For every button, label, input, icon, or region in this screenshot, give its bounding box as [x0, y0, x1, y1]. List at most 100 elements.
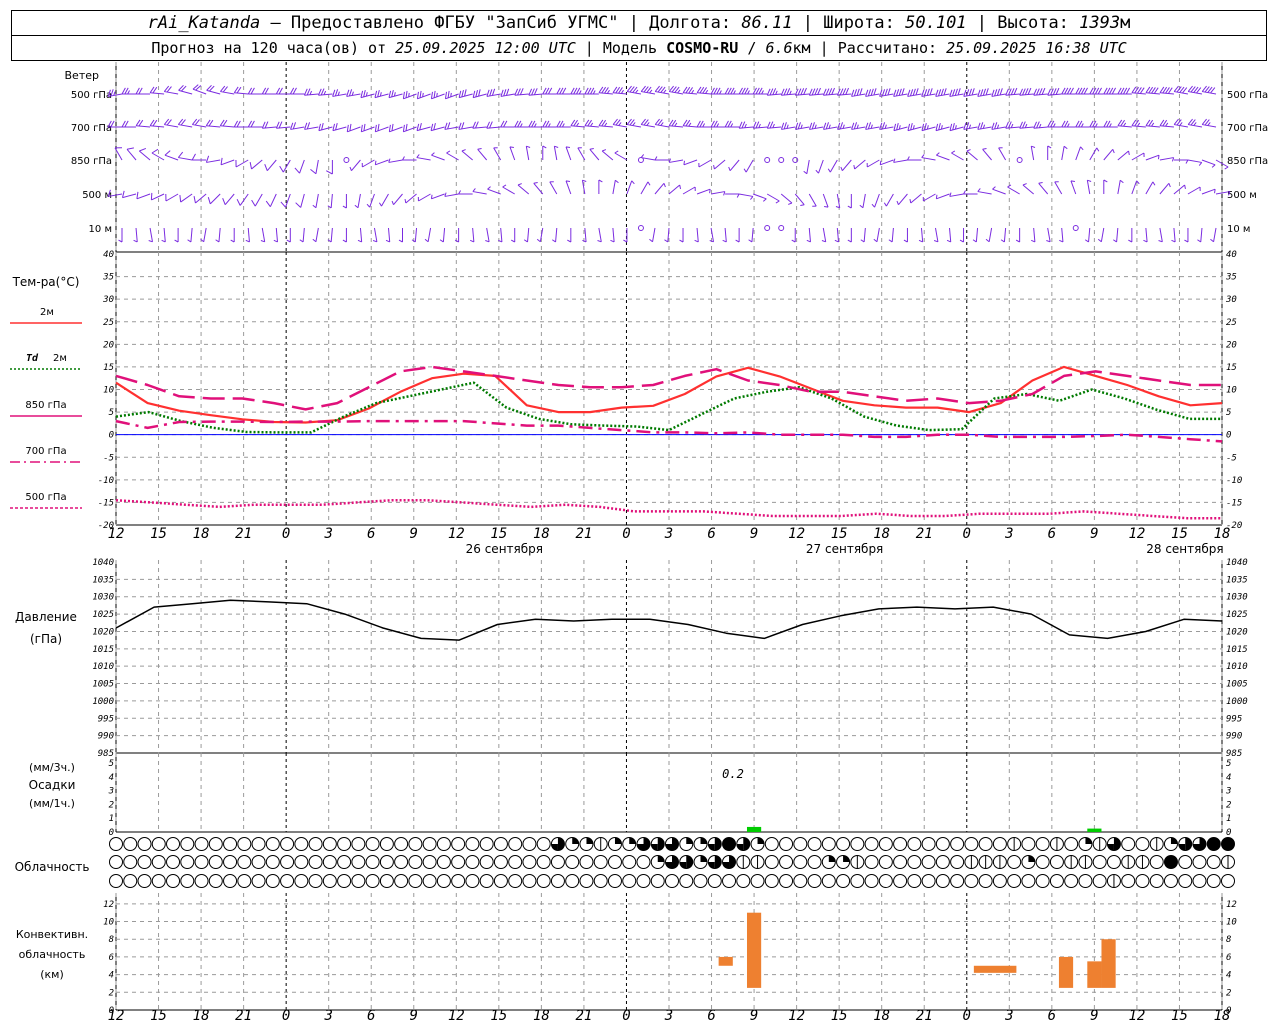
wind-barb [918, 227, 924, 243]
wind-barb-feather [531, 88, 535, 96]
cloud-circle [536, 837, 551, 851]
wind-barb-shaft [486, 227, 490, 242]
wind-barb [312, 193, 319, 209]
wind-barb-shaft [528, 93, 543, 96]
cloud-symbol [1163, 837, 1178, 851]
wind-barb [458, 190, 473, 195]
wind-barb-feather [618, 122, 622, 126]
wind-barb-shaft [388, 93, 403, 99]
wind-barb-shaft [781, 93, 796, 96]
wind-barb [1086, 179, 1092, 195]
wind-barb-feather [391, 89, 394, 98]
wind-barb [279, 159, 291, 173]
wind-barb-feather [903, 239, 908, 243]
cloud-symbol [1121, 837, 1136, 851]
wind-level-label-left: 850 гПа [71, 156, 112, 167]
wind-barb-feather [912, 88, 916, 96]
wind-barb-feather [1052, 123, 1056, 128]
wind-barb-feather [982, 147, 987, 150]
wind-barb [374, 123, 389, 133]
wind-level-label-right: 850 гПа [1227, 156, 1268, 167]
wind-barb-feather [929, 88, 933, 96]
wind-barb-feather [1080, 123, 1084, 128]
wind-barb-feather [489, 89, 493, 97]
wind-barb-shaft [275, 227, 279, 242]
cloud-circle [1049, 874, 1064, 888]
cloud-symbol [422, 837, 437, 851]
wind-barb-shaft [907, 126, 922, 132]
wind-barb-feather [1063, 145, 1068, 150]
cloud-circle [1135, 874, 1150, 888]
wind-barb [1201, 85, 1217, 95]
wind-barb [610, 227, 615, 243]
pressure-tick-label: 1015 [92, 645, 114, 655]
wind-barb-feather [949, 123, 953, 131]
cloud-circle [1035, 837, 1050, 851]
wind-barb-shaft [431, 154, 445, 161]
cloud-symbol [451, 837, 466, 851]
cloud-symbol [223, 855, 238, 869]
cloud-symbol [907, 855, 922, 869]
wind-barb-feather [286, 239, 291, 243]
cloud-symbol [593, 874, 608, 888]
wind-barb-shaft [1022, 184, 1034, 195]
wind-barb [1131, 180, 1140, 195]
wind-barb-shaft [502, 186, 515, 195]
wind-barb-feather [454, 239, 459, 243]
wind-barb-feather [1052, 88, 1057, 95]
wind-barb-feather [312, 238, 317, 243]
wind-barb-feather [713, 164, 715, 170]
wind-barb [1173, 85, 1189, 95]
cloud-circle [322, 874, 337, 888]
wind-barb [458, 89, 473, 99]
cloud-half-fill [714, 837, 722, 851]
cloud-symbol [764, 837, 779, 851]
wind-barb [192, 84, 207, 95]
wind-barb [935, 88, 950, 97]
wind-barb-feather [402, 156, 405, 161]
wind-barb-feather [127, 90, 130, 95]
wind-barb-shaft [136, 125, 151, 128]
wind-calm-mark [637, 225, 644, 231]
wind-calm-mark [778, 225, 785, 231]
cloud-symbol [465, 874, 480, 888]
cloud-symbol [622, 855, 637, 869]
cloud-three-quarter-fill [651, 844, 658, 851]
wind-barb-shaft [865, 126, 880, 130]
wind-barb-shaft [362, 159, 375, 168]
wind-barb-feather [458, 90, 462, 98]
cloud-symbol [479, 837, 494, 851]
wind-barb-shaft [795, 93, 810, 96]
cloud-symbol [294, 855, 309, 869]
cloud-circle [337, 855, 352, 869]
wind-barb-feather [952, 122, 955, 131]
wind-barb-shaft [936, 193, 950, 200]
wind-barb [354, 193, 361, 209]
cloud-circle [907, 837, 922, 851]
pressure-tick-label: 1005 [92, 680, 114, 690]
wind-barb-shaft [472, 191, 487, 195]
wind-barb [303, 88, 319, 96]
wind-barb-feather [416, 91, 419, 99]
wind-barb-shaft [403, 93, 417, 100]
cloud-symbol [237, 874, 252, 888]
wind-barb-shaft [209, 193, 221, 205]
wind-barb-feather [623, 239, 628, 243]
wind-barb [454, 228, 460, 243]
precip-tick-label: 3 [108, 787, 114, 797]
cloud-circle [493, 837, 508, 851]
legend-td-prefix: Td [26, 353, 39, 364]
cloud-circle [1192, 855, 1207, 869]
x-tick-label: 12 [448, 1008, 465, 1024]
wind-barb-shaft [389, 126, 403, 133]
cloud-circle [1106, 855, 1121, 869]
wind-barb-shaft [299, 159, 305, 174]
cloud-circle [109, 855, 123, 869]
wind-barb-shaft [598, 92, 613, 95]
cloud-symbol [1064, 855, 1079, 869]
cloud-symbol [194, 855, 209, 869]
wind-barb-feather [735, 239, 740, 243]
wind-barb [187, 227, 193, 243]
wind-barb-shaft [841, 159, 852, 172]
wind-barb-feather [1119, 179, 1124, 184]
